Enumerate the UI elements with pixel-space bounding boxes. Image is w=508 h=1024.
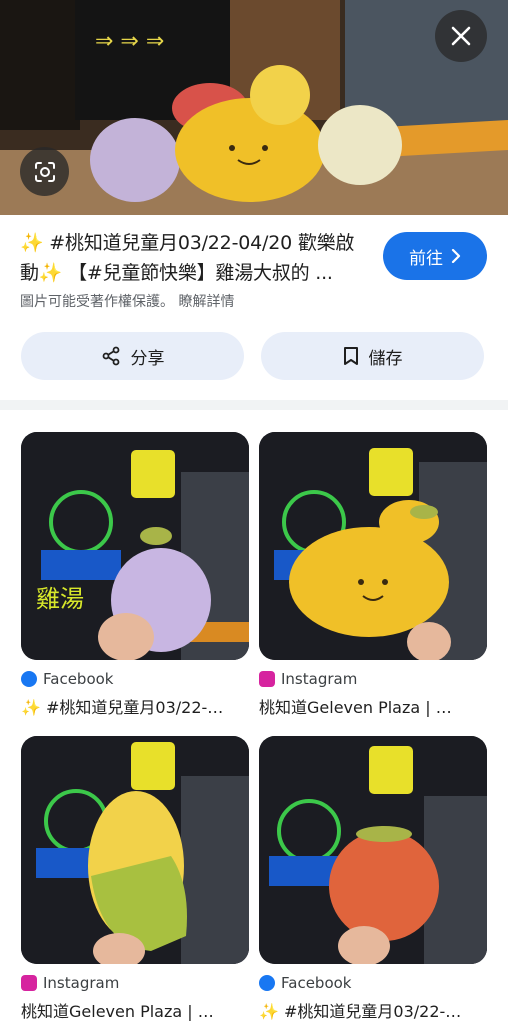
related-image-card[interactable]: 雞湯 Facebook ✨ #桃知道兒童月03/22-…: [21, 432, 249, 718]
result-title-line1: ✨ #桃知道兒童月03/22-04/20 歡樂啟: [20, 232, 355, 254]
result-source-name: Instagram: [43, 974, 120, 992]
related-image-thumbnail[interactable]: [259, 432, 487, 660]
instagram-icon: [21, 975, 37, 991]
svg-text:雞湯: 雞湯: [36, 585, 84, 613]
result-source-name: Facebook: [281, 974, 352, 992]
facebook-icon: [259, 975, 275, 991]
svg-text:⇒ ⇒ ⇒: ⇒ ⇒ ⇒: [95, 29, 164, 54]
result-source: Facebook: [21, 669, 249, 689]
related-image-card[interactable]: Facebook ✨ #桃知道兒童月03/22-…: [259, 736, 487, 1022]
result-source: Instagram: [21, 973, 249, 993]
result-caption[interactable]: ✨ #桃知道兒童月03/22-…: [21, 694, 249, 718]
result-source: Instagram: [259, 669, 487, 689]
related-image-thumbnail[interactable]: 雞湯: [21, 432, 249, 660]
related-image-card[interactable]: Instagram 桃知道Geleven Plaza | …: [259, 432, 487, 718]
hero-image[interactable]: ⇒ ⇒ ⇒: [0, 0, 508, 215]
facebook-icon: [21, 671, 37, 687]
visit-button-label: 前往: [409, 248, 443, 269]
section-divider: [0, 400, 508, 410]
close-button[interactable]: [435, 10, 487, 62]
related-image-photo: [21, 736, 249, 964]
copyright-notice[interactable]: 圖片可能受著作權保護。 瞭解詳情: [20, 291, 234, 311]
result-caption[interactable]: 桃知道Geleven Plaza | …: [259, 694, 487, 718]
result-title-line2: 動✨ 【#兒童節快樂】雞湯大叔的 ...: [20, 262, 333, 284]
related-image-photo: 雞湯: [21, 432, 249, 660]
google-lens-button[interactable]: [20, 147, 69, 196]
hero-photo: ⇒ ⇒ ⇒: [0, 0, 508, 215]
bookmark-icon: [343, 347, 358, 365]
related-image-thumbnail[interactable]: [21, 736, 249, 964]
result-caption[interactable]: 桃知道Geleven Plaza | …: [21, 998, 249, 1022]
result-source: Facebook: [259, 973, 487, 993]
result-caption[interactable]: ✨ #桃知道兒童月03/22-…: [259, 998, 487, 1022]
google-lens-icon: [34, 161, 55, 182]
share-button[interactable]: 分享: [21, 332, 244, 380]
result-source-name: Instagram: [281, 670, 358, 688]
save-button[interactable]: 儲存: [261, 332, 484, 380]
related-image-thumbnail[interactable]: [259, 736, 487, 964]
chevron-right-icon: [451, 249, 461, 263]
share-icon: [102, 346, 119, 366]
save-button-label: 儲存: [368, 348, 403, 369]
related-image-photo: [259, 432, 487, 660]
result-source-name: Facebook: [43, 670, 114, 688]
share-button-label: 分享: [130, 348, 165, 369]
close-icon: [451, 26, 471, 46]
visit-button[interactable]: 前往: [383, 232, 487, 280]
result-title[interactable]: ✨ #桃知道兒童月03/22-04/20 歡樂啟 動✨ 【#兒童節快樂】雞湯大叔…: [20, 228, 370, 288]
instagram-icon: [259, 671, 275, 687]
related-image-photo: [259, 736, 487, 964]
related-image-card[interactable]: Instagram 桃知道Geleven Plaza | …: [21, 736, 249, 1022]
